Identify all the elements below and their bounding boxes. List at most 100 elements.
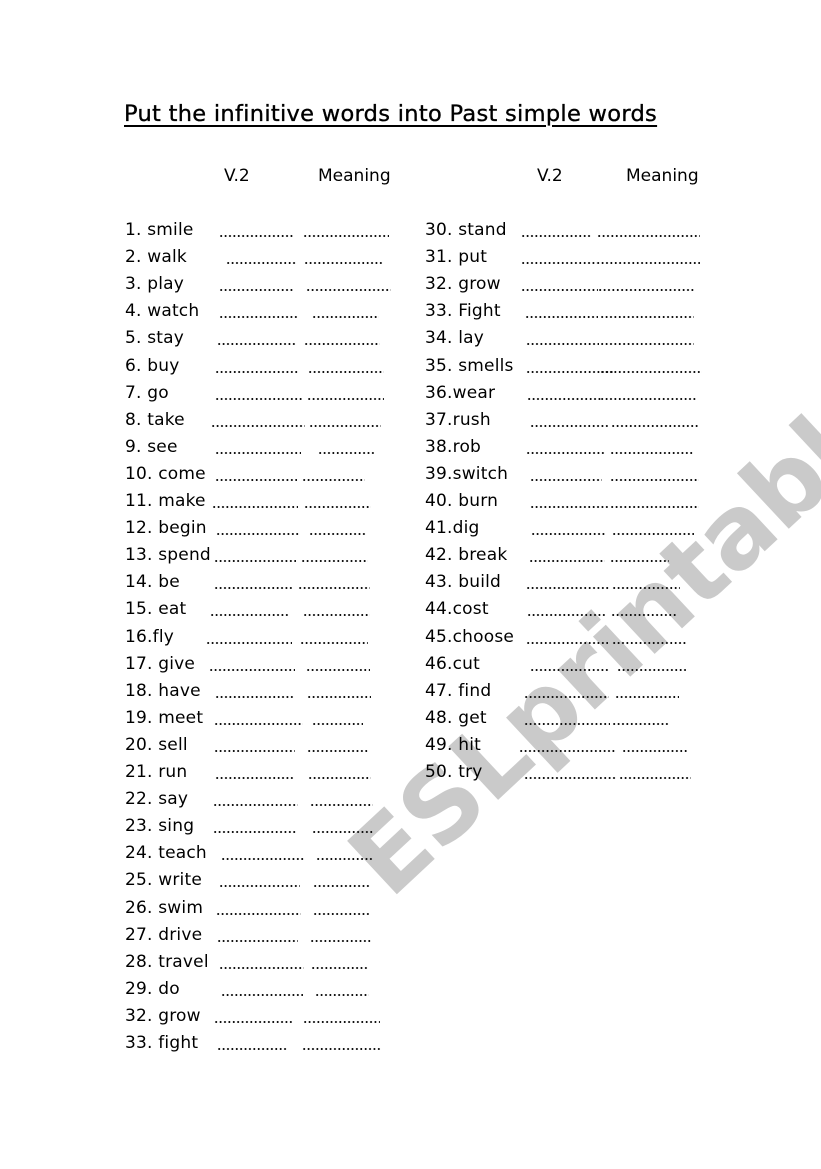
meaning-answer-blank[interactable] — [600, 326, 694, 350]
meaning-answer-blank[interactable] — [301, 543, 368, 567]
v2-answer-blank[interactable] — [214, 706, 303, 730]
meaning-answer-blank[interactable] — [312, 814, 373, 838]
v2-answer-blank[interactable] — [219, 218, 293, 242]
meaning-answer-blank[interactable] — [617, 652, 686, 676]
v2-answer-blank[interactable] — [217, 1031, 288, 1055]
meaning-answer-blank[interactable] — [612, 706, 669, 730]
meaning-answer-blank[interactable] — [303, 597, 370, 621]
meaning-answer-blank[interactable] — [311, 950, 368, 974]
v2-answer-blank[interactable] — [217, 923, 298, 947]
v2-answer-blank[interactable] — [215, 381, 303, 405]
v2-answer-blank[interactable] — [527, 597, 605, 621]
v2-answer-blank[interactable] — [524, 760, 617, 784]
meaning-answer-blank[interactable] — [306, 272, 391, 296]
meaning-answer-blank[interactable] — [612, 516, 694, 540]
v2-answer-blank[interactable] — [212, 489, 298, 513]
meaning-answer-blank[interactable] — [313, 868, 370, 892]
v2-answer-blank[interactable] — [519, 733, 615, 757]
v2-answer-blank[interactable] — [215, 435, 301, 459]
meaning-answer-blank[interactable] — [598, 272, 694, 296]
v2-answer-blank[interactable] — [521, 218, 592, 242]
v2-answer-blank[interactable] — [214, 570, 292, 594]
meaning-answer-blank[interactable] — [622, 733, 688, 757]
meaning-answer-blank[interactable] — [611, 597, 677, 621]
meaning-answer-blank[interactable] — [307, 679, 371, 703]
meaning-answer-blank[interactable] — [619, 760, 691, 784]
v2-answer-blank[interactable] — [525, 299, 598, 323]
meaning-answer-blank[interactable] — [313, 896, 369, 920]
v2-answer-blank[interactable] — [209, 652, 295, 676]
v2-answer-blank[interactable] — [215, 354, 299, 378]
meaning-answer-blank[interactable] — [306, 652, 370, 676]
v2-answer-blank[interactable] — [219, 272, 294, 296]
meaning-answer-blank[interactable] — [315, 977, 369, 1001]
meaning-answer-blank[interactable] — [300, 625, 368, 649]
meaning-answer-blank[interactable] — [310, 923, 372, 947]
meaning-answer-blank[interactable] — [610, 489, 699, 513]
v2-answer-blank[interactable] — [529, 543, 605, 567]
v2-answer-blank[interactable] — [210, 597, 290, 621]
meaning-answer-blank[interactable] — [302, 462, 365, 486]
meaning-answer-blank[interactable] — [303, 1004, 380, 1028]
v2-answer-blank[interactable] — [531, 516, 606, 540]
meaning-answer-blank[interactable] — [309, 516, 366, 540]
v2-answer-blank[interactable] — [521, 272, 598, 296]
meaning-answer-blank[interactable] — [310, 787, 373, 811]
v2-answer-blank[interactable] — [214, 543, 296, 567]
v2-answer-blank[interactable] — [215, 462, 297, 486]
v2-answer-blank[interactable] — [530, 489, 608, 513]
meaning-answer-blank[interactable] — [307, 733, 368, 757]
meaning-answer-blank[interactable] — [596, 245, 700, 269]
v2-answer-blank[interactable] — [521, 245, 597, 269]
v2-answer-blank[interactable] — [530, 652, 610, 676]
v2-answer-blank[interactable] — [221, 841, 304, 865]
v2-answer-blank[interactable] — [213, 787, 298, 811]
v2-answer-blank[interactable] — [527, 381, 602, 405]
meaning-answer-blank[interactable] — [309, 408, 381, 432]
meaning-answer-blank[interactable] — [612, 570, 680, 594]
meaning-answer-blank[interactable] — [610, 543, 669, 567]
v2-answer-blank[interactable] — [219, 868, 300, 892]
meaning-answer-blank[interactable] — [304, 245, 384, 269]
meaning-answer-blank[interactable] — [312, 706, 363, 730]
meaning-answer-blank[interactable] — [615, 679, 679, 703]
v2-answer-blank[interactable] — [526, 625, 608, 649]
v2-answer-blank[interactable] — [530, 408, 608, 432]
v2-answer-blank[interactable] — [219, 950, 304, 974]
v2-answer-blank[interactable] — [221, 977, 303, 1001]
v2-answer-blank[interactable] — [216, 516, 300, 540]
v2-answer-blank[interactable] — [217, 326, 297, 350]
meaning-answer-blank[interactable] — [610, 435, 693, 459]
meaning-answer-blank[interactable] — [308, 354, 384, 378]
meaning-answer-blank[interactable] — [611, 408, 699, 432]
v2-answer-blank[interactable] — [215, 679, 294, 703]
meaning-answer-blank[interactable] — [612, 625, 687, 649]
meaning-answer-blank[interactable] — [312, 299, 379, 323]
meaning-answer-blank[interactable] — [600, 354, 702, 378]
v2-answer-blank[interactable] — [524, 706, 610, 730]
meaning-answer-blank[interactable] — [298, 570, 370, 594]
v2-answer-blank[interactable] — [214, 1004, 292, 1028]
meaning-answer-blank[interactable] — [308, 760, 371, 784]
meaning-answer-blank[interactable] — [302, 1031, 382, 1055]
meaning-answer-blank[interactable] — [316, 841, 373, 865]
v2-answer-blank[interactable] — [526, 326, 599, 350]
meaning-answer-blank[interactable] — [600, 299, 694, 323]
meaning-answer-blank[interactable] — [304, 489, 371, 513]
meaning-answer-blank[interactable] — [318, 435, 374, 459]
v2-answer-blank[interactable] — [530, 462, 602, 486]
v2-answer-blank[interactable] — [213, 814, 297, 838]
meaning-answer-blank[interactable] — [304, 326, 380, 350]
v2-answer-blank[interactable] — [215, 760, 295, 784]
meaning-answer-blank[interactable] — [303, 218, 389, 242]
v2-answer-blank[interactable] — [214, 733, 295, 757]
v2-answer-blank[interactable] — [526, 570, 610, 594]
meaning-answer-blank[interactable] — [610, 462, 699, 486]
v2-answer-blank[interactable] — [206, 625, 292, 649]
meaning-answer-blank[interactable] — [600, 381, 696, 405]
meaning-answer-blank[interactable] — [307, 381, 384, 405]
v2-answer-blank[interactable] — [211, 408, 305, 432]
meaning-answer-blank[interactable] — [597, 218, 700, 242]
v2-answer-blank[interactable] — [526, 435, 606, 459]
v2-answer-blank[interactable] — [216, 896, 301, 920]
